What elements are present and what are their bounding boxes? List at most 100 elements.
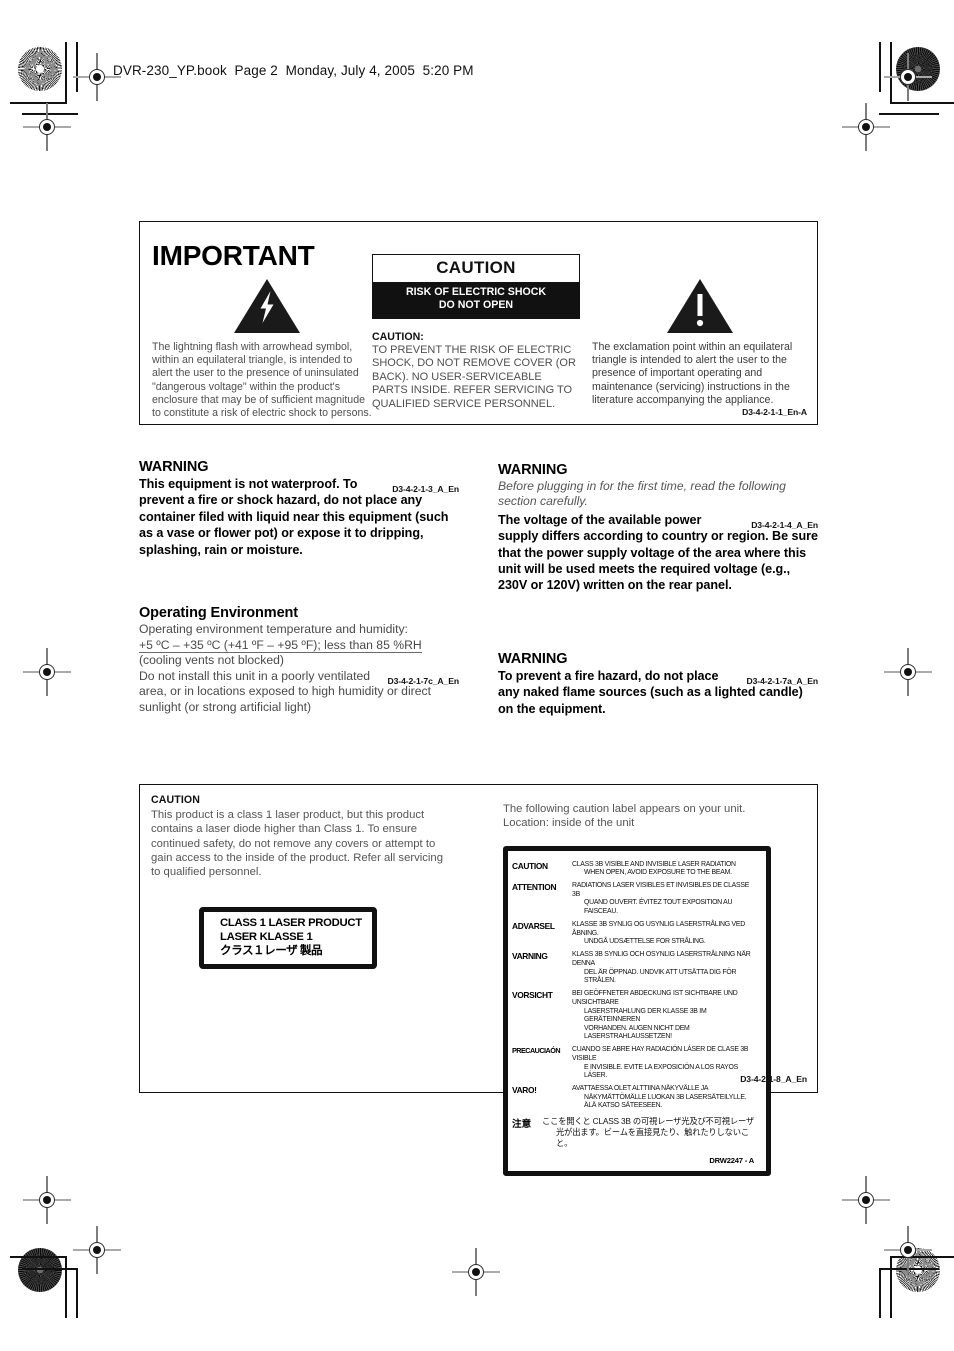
laser-warning-msg: CUANDO SE ABRE HAY RADIACIÓN LÁSER DE CL… xyxy=(572,1046,758,1080)
registration-crosshair-left-mid xyxy=(23,648,71,696)
laser-warning-msg-line: KLASSE 3B SYNLIG OG USYNLIG LASERSTRÅLIN… xyxy=(572,921,745,937)
laser-warning-row: VARO! AVATTAESSA OLET ALTTIINA NÄKYVÄLLE … xyxy=(512,1085,758,1111)
laser-warning-msg-line: VORHANDEN. AUGEN NICHT DEM LASERSTRAHLAU… xyxy=(584,1024,690,1041)
important-box-code: D3-4-2-1-1_En-A xyxy=(742,407,807,417)
operating-environment-code: D3-4-2-1-7c_A_En xyxy=(387,675,460,686)
warning-flame: WARNING D3-4-2-1-7a_A_En To prevent a fi… xyxy=(498,651,818,717)
laser-warning-msg-line: LASERSTRAHLUNG DER KLASSE 3B IM GERÄTEIN… xyxy=(584,1007,707,1024)
laser-warning-msg-line: BEI GEÖFFNETER ABDECKUNG IST SICHTBARE U… xyxy=(572,990,738,1006)
warning-waterproof: WARNING D3-4-2-1-3_A_En This equipment i… xyxy=(139,459,459,558)
operating-environment-section: Operating Environment Operating environm… xyxy=(139,605,459,716)
registration-crosshair-right-mid xyxy=(884,648,932,696)
laser-warning-msg: KLASSE 3B SYNLIG OG USYNLIG LASERSTRÅLIN… xyxy=(572,921,758,947)
laser-warning-msg-line: WHEN OPEN, AVOID EXPOSURE TO THE BEAM. xyxy=(584,869,732,877)
registration-crosshair-bottom-left xyxy=(73,1226,121,1274)
laser-warning-msg: CLASS 3B VISIBLE AND INVISIBLE LASER RAD… xyxy=(572,861,758,878)
laser-caution-heading: CAUTION xyxy=(151,794,200,806)
operating-environment-range: +5 ºC – +35 ºC (+41 ºF – +95 ºF); less t… xyxy=(139,637,422,653)
operating-environment-heading: Operating Environment xyxy=(139,605,299,621)
exclamation-triangle-icon xyxy=(592,278,808,334)
class1-label-line1: CLASS 1 LASER PRODUCT xyxy=(220,917,362,930)
caution-badge-line2: DO NOT OPEN xyxy=(438,299,514,311)
laser-warning-row: VARNING KLASS 3B SYNLIG OCH OSYNLIG LASER… xyxy=(512,951,758,985)
laser-warning-msg-line: E INVISIBLE. EVITE LA EXPOSICIÓN A LOS R… xyxy=(584,1063,738,1080)
warning-voltage-code: D3-4-2-1-4_A_En xyxy=(751,519,818,530)
operating-environment-line2: +5 ºC – +35 ºC (+41 ºF – +95 ºF); less t… xyxy=(139,637,459,654)
caution-badge-body: RISK OF ELECTRIC SHOCK DO NOT OPEN xyxy=(373,282,579,318)
registration-crosshair-left-upper xyxy=(23,103,71,151)
label-intro-line1: The following caution label appears on y… xyxy=(503,803,746,815)
laser-warning-msg-line: QUAND OUVERT. ÉVITEZ TOUT EXPOSITION AU … xyxy=(584,899,733,916)
laser-warning-row: ADVARSEL KLASSE 3B SYNLIG OG USYNLIG LASE… xyxy=(512,921,758,947)
exclamation-caption: The exclamation point within an equilate… xyxy=(592,341,793,406)
registration-crosshair-bottom-center xyxy=(452,1248,500,1296)
operating-environment-line1: Operating environment temperature and hu… xyxy=(139,622,408,636)
laser-warning-lang: ADVARSEL xyxy=(512,921,555,932)
drw-label-code: DRW2247 - A xyxy=(709,1155,754,1165)
exclamation-column: The exclamation point within an equilate… xyxy=(592,278,808,407)
registration-crosshair-top-left xyxy=(73,53,121,101)
laser-warning-row: ATTENTION RADIATIONS LASER VISIBLES ET IN… xyxy=(512,882,758,916)
laser-warning-msg-line: RADIATIONS LASER VISIBLES ET INVISIBLES … xyxy=(572,882,750,898)
laser-warning-rows: CAUTION CLASS 3B VISIBLE AND INVISIBLE LA… xyxy=(512,861,758,1111)
warning-voltage-heading: WARNING xyxy=(498,462,568,478)
laser-warning-msg-line: AVATTAESSA OLET ALTTIINA NÄKYVÄLLE JA xyxy=(572,1085,709,1093)
class1-laser-product-label: CLASS 1 LASER PRODUCT LASER KLASSE 1 クラス… xyxy=(199,907,377,969)
laser-warning-lang: VARO! xyxy=(512,1085,537,1096)
lightning-column: The lightning flash with arrowhead symbo… xyxy=(152,278,374,420)
laser-warning-lang: ATTENTION xyxy=(512,882,557,893)
operating-environment-line3: (cooling vents not blocked) xyxy=(139,653,284,668)
operating-environment-line4: D3-4-2-1-7c_A_En Do not install this uni… xyxy=(139,669,459,716)
laser-caution-body: This product is a class 1 laser product,… xyxy=(151,809,443,879)
warning-waterproof-code: D3-4-2-1-3_A_En xyxy=(392,484,459,494)
warning-voltage-italic: Before plugging in for the first time, r… xyxy=(498,479,786,509)
laser-caution-right-column: The following caution label appears on y… xyxy=(503,802,803,1176)
laser-warning-row: VORSICHT BEI GEÖFFNETER ABDECKUNG IST SIC… xyxy=(512,990,758,1042)
laser-warning-msg-line: UNDGÅ UDSÆTTELSE FOR STRÅLING. xyxy=(584,938,706,946)
laser-warning-msg-line: CLASS 3B VISIBLE AND INVISIBLE LASER RAD… xyxy=(572,860,736,868)
class1-label-line2: LASER KLASSE 1 xyxy=(220,930,313,943)
warning-voltage-body: D3-4-2-1-4_A_En The voltage of the avail… xyxy=(498,512,818,594)
important-safety-box: IMPORTANT The lightning flash with arrow… xyxy=(139,221,818,425)
registration-crosshair-top-right xyxy=(884,53,932,101)
laser-box-code: D3-4-2-1-8_A_En xyxy=(740,1074,807,1084)
laser-warning-msg-line: DEL ÄR ÖPPNAD. UNDVIK ATT UTSÄTTA DIG FÖ… xyxy=(584,968,737,985)
warning-flame-body: D3-4-2-1-7a_A_En To prevent a fire hazar… xyxy=(498,668,818,717)
laser-warning-lang: PRECAUCIAÓN xyxy=(512,1046,561,1056)
laser-caution-left-column: CAUTION This product is a class 1 laser … xyxy=(151,794,451,969)
caution-badge: CAUTION RISK OF ELECTRIC SHOCK DO NOT OP… xyxy=(372,254,580,319)
laser-warning-msg: KLASS 3B SYNLIG OCH OSYNLIG LASERSTRÅLNI… xyxy=(572,951,758,985)
laser-warning-row: CAUTION CLASS 3B VISIBLE AND INVISIBLE LA… xyxy=(512,861,758,878)
registration-crosshair-right-lower xyxy=(842,1176,890,1224)
file-header-text: DVR-230_YP.book Page 2 Monday, July 4, 2… xyxy=(113,63,474,78)
laser-warning-msg: AVATTAESSA OLET ALTTIINA NÄKYVÄLLE JA NÄK… xyxy=(572,1085,758,1111)
laser-warning-row: PRECAUCIAÓN CUANDO SE ABRE HAY RADIACIÓN … xyxy=(512,1046,758,1080)
laser-warning-lang: VARNING xyxy=(512,951,548,962)
lightning-caption: The lightning flash with arrowhead symbo… xyxy=(152,341,372,420)
caution-badge-line1: RISK OF ELECTRIC SHOCK xyxy=(405,286,547,298)
warning-waterproof-body: D3-4-2-1-3_A_En This equipment is not wa… xyxy=(139,476,459,558)
jp-line1: ここを開くと CLASS 3B の可視レーザ光及び不可視レーザ xyxy=(542,1115,754,1126)
registration-crosshair-left-lower xyxy=(23,1176,71,1224)
laser-caution-box: CAUTION This product is a class 1 laser … xyxy=(139,784,818,1176)
important-title: IMPORTANT xyxy=(152,240,315,271)
warning-waterproof-heading: WARNING xyxy=(139,459,209,475)
laser-warning-row-japanese: 注意 ここを開くと CLASS 3B の可視レーザ光及び不可視レーザ 光が出ます… xyxy=(512,1116,758,1150)
registration-crosshair-bottom-right xyxy=(884,1226,932,1274)
warning-flame-heading: WARNING xyxy=(498,651,568,667)
caution-lead-label: CAUTION: xyxy=(372,331,424,343)
jp-line2: 光が出ます。ビームを直接見たり、触れたりしないこと。 xyxy=(556,1126,749,1149)
label-intro-line2: Location: inside of the unit xyxy=(503,817,635,830)
laser-warning-msg: RADIATIONS LASER VISIBLES ET INVISIBLES … xyxy=(572,882,758,916)
lightning-bolt-triangle-icon xyxy=(152,278,374,334)
multilingual-laser-warning-label: CAUTION CLASS 3B VISIBLE AND INVISIBLE LA… xyxy=(503,845,771,1176)
warning-voltage: WARNING Before plugging in for the first… xyxy=(498,462,818,594)
laser-warning-msg-line: CUANDO SE ABRE HAY RADIACIÓN LÁSER DE CL… xyxy=(572,1046,749,1062)
laser-warning-msg-line: ÄLÄ KATSO SÄTEESEEN. xyxy=(584,1102,662,1110)
caution-badge-title: CAUTION xyxy=(373,255,579,282)
laser-warning-msg-line: KLASS 3B SYNLIG OCH OSYNLIG LASERSTRÅLNI… xyxy=(572,951,751,968)
class1-label-line3: クラス１レーザ 製品 xyxy=(220,943,323,957)
registration-crosshair-right-upper xyxy=(842,103,890,151)
caution-body-text: TO PREVENT THE RISK OF ELECTRIC SHOCK, D… xyxy=(372,344,576,410)
laser-warning-msg: BEI GEÖFFNETER ABDECKUNG IST SICHTBARE U… xyxy=(572,990,758,1042)
